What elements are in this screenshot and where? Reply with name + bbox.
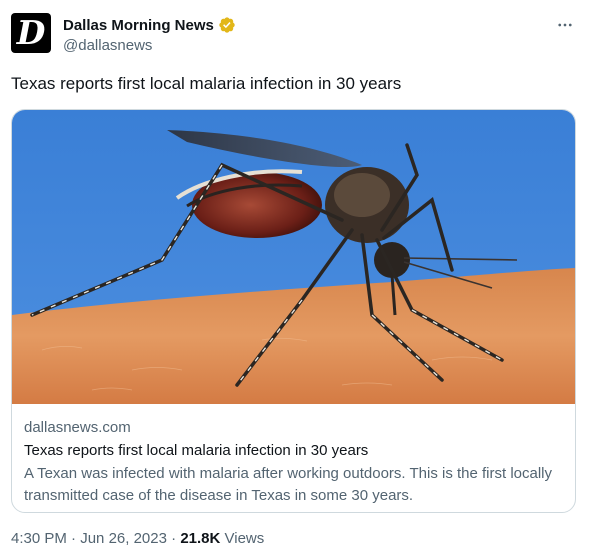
card-title: Texas reports first local malaria infect… — [24, 442, 369, 459]
more-options-icon — [558, 23, 572, 27]
views-count: 21.8K — [180, 530, 221, 547]
tweet-header: D Dallas Morning News @dallasnews — [11, 13, 581, 57]
meta-separator: · — [171, 530, 177, 547]
meta-separator: · — [71, 530, 77, 547]
display-name[interactable]: Dallas Morning News — [63, 17, 214, 34]
tweet-meta: 4:30 PM · Jun 26, 2023 · 21.8K Views — [11, 530, 264, 547]
mosquito-photo — [12, 110, 575, 404]
card-description: A Texan was infected with malaria after … — [24, 465, 553, 504]
more-options-button[interactable] — [555, 15, 575, 35]
tweet-date[interactable]: Jun 26, 2023 — [80, 530, 167, 547]
tweet-text: Texas reports first local malaria infect… — [11, 74, 402, 93]
display-name-row: Dallas Morning News — [63, 15, 236, 35]
verified-badge-icon[interactable] — [218, 16, 236, 34]
tweet: D Dallas Morning News @dallasnews Texas … — [0, 0, 592, 560]
tweet-time[interactable]: 4:30 PM — [11, 530, 67, 547]
avatar-logo: D — [16, 13, 46, 52]
views-label: Views — [224, 530, 265, 547]
link-card[interactable]: dallasnews.com Texas reports first local… — [11, 109, 576, 513]
handle[interactable]: @dallasnews — [63, 37, 236, 54]
avatar[interactable]: D — [11, 13, 51, 53]
card-domain: dallasnews.com — [24, 419, 131, 436]
card-body: dallasnews.com Texas reports first local… — [24, 417, 564, 507]
author-names: Dallas Morning News @dallasnews — [63, 15, 236, 54]
